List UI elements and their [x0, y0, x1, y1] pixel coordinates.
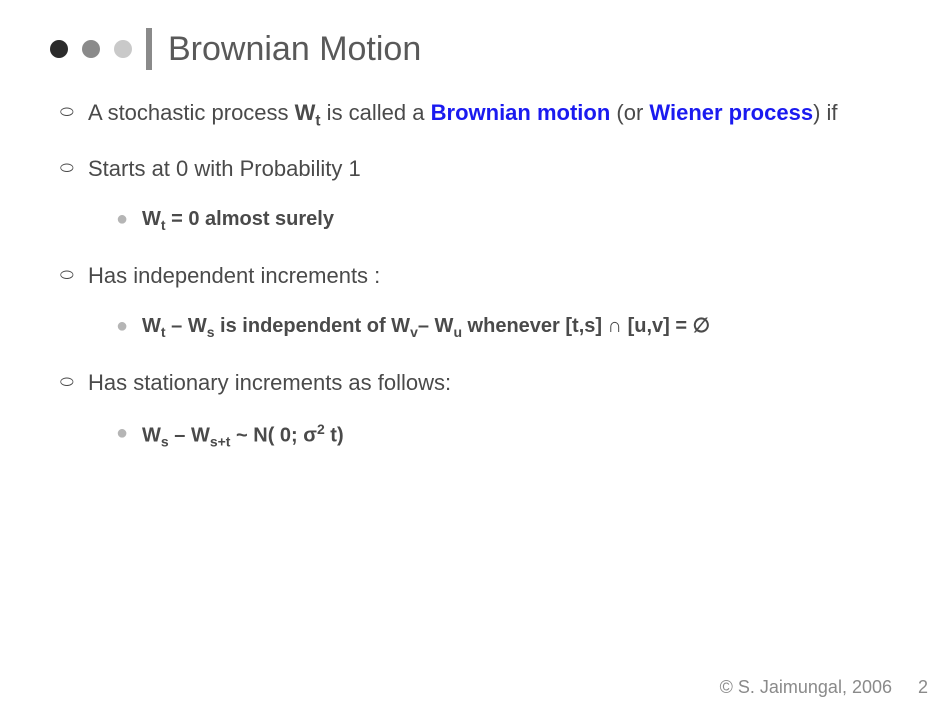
- dot-icon: [114, 40, 132, 58]
- slide-title: Brownian Motion: [168, 30, 421, 69]
- sub-bullet-item: ● Ws – Ws+t ~ N( 0; σ2 t): [116, 420, 902, 452]
- bullet-marker-icon: ⬭: [60, 98, 88, 132]
- bullet-item: ⬭ Has stationary increments as follows:: [60, 368, 902, 398]
- bullet-item: ⬭ Starts at 0 with Probability 1: [60, 154, 902, 184]
- bullet-text: Has stationary increments as follows:: [88, 368, 902, 398]
- header-divider: [146, 28, 152, 70]
- bullet-item: ⬭ A stochastic process Wt is called a Br…: [60, 98, 902, 132]
- footer-copyright: © S. Jaimungal, 2006: [720, 677, 892, 698]
- slide-content: ⬭ A stochastic process Wt is called a Br…: [40, 98, 902, 452]
- slide-header: Brownian Motion: [50, 28, 902, 70]
- bullet-text: Starts at 0 with Probability 1: [88, 154, 902, 184]
- sub-bullet-marker-icon: ●: [116, 206, 142, 235]
- sub-bullet-marker-icon: ●: [116, 420, 142, 452]
- sub-bullet-text: Wt = 0 almost surely: [142, 206, 902, 235]
- sub-bullet-item: ● Wt = 0 almost surely: [116, 206, 902, 235]
- bullet-item: ⬭ Has independent increments :: [60, 261, 902, 291]
- sub-bullet-text: Wt – Ws is independent of Wv– Wu wheneve…: [142, 313, 902, 342]
- bullet-text: A stochastic process Wt is called a Brow…: [88, 98, 902, 132]
- bullet-marker-icon: ⬭: [60, 261, 88, 291]
- bullet-marker-icon: ⬭: [60, 368, 88, 398]
- sub-bullet-item: ● Wt – Ws is independent of Wv– Wu whene…: [116, 313, 902, 342]
- bullet-text: Has independent increments :: [88, 261, 902, 291]
- sub-bullet-text: Ws – Ws+t ~ N( 0; σ2 t): [142, 420, 902, 452]
- sub-bullet-marker-icon: ●: [116, 313, 142, 342]
- page-number: 2: [902, 677, 942, 698]
- dot-icon: [50, 40, 68, 58]
- bullet-marker-icon: ⬭: [60, 154, 88, 184]
- dot-icon: [82, 40, 100, 58]
- header-dots: [50, 40, 132, 58]
